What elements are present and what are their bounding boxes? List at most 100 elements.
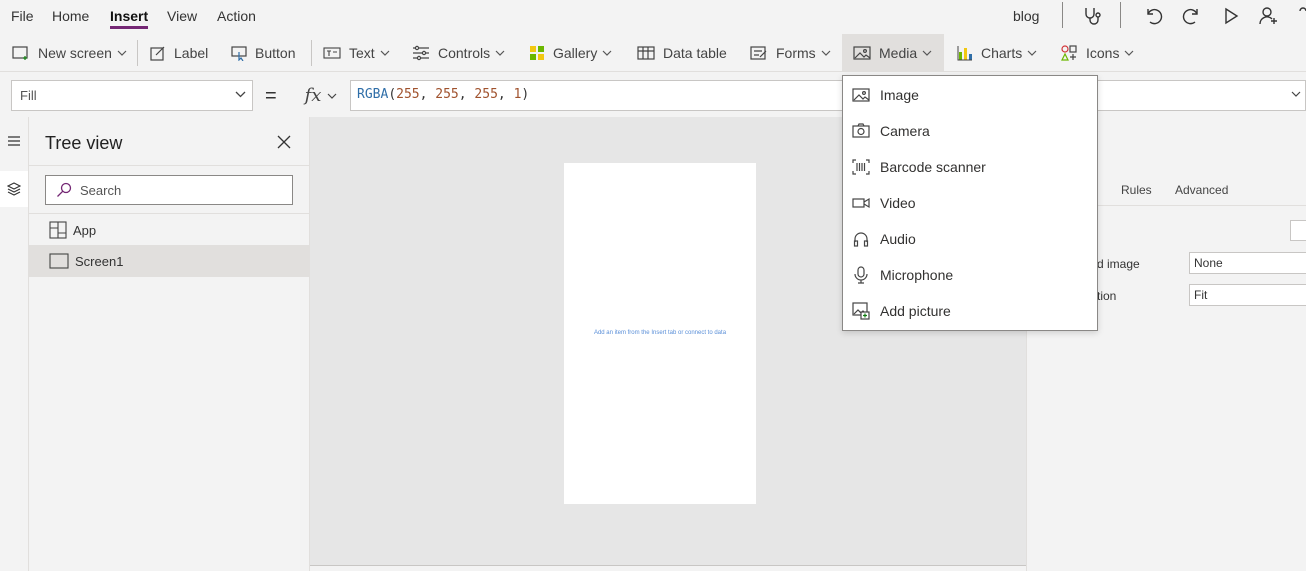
add-picture-icon: [852, 302, 870, 320]
background-image-select[interactable]: None: [1189, 252, 1306, 274]
tree-item-app[interactable]: App: [29, 214, 310, 246]
fx-button[interactable]: fx: [292, 80, 350, 111]
property-select[interactable]: Fill: [11, 80, 253, 111]
app-screen-preview[interactable]: Add an item from the Insert tab or conne…: [564, 163, 756, 504]
tree-item-label: Screen1: [75, 253, 124, 269]
menu-item-label: Audio: [880, 231, 916, 247]
media-image-icon: [853, 46, 871, 60]
top-menu-bar: File Home Insert View Action blog: [0, 0, 1306, 34]
hamburger-menu-icon[interactable]: [0, 123, 28, 159]
new-screen-label: New screen: [38, 45, 112, 61]
image-position-value: Fit: [1194, 288, 1208, 302]
chevron-down-icon: [117, 50, 127, 56]
menu-file[interactable]: File: [11, 8, 34, 24]
tree-item-screen1[interactable]: Screen1: [29, 245, 310, 277]
search-icon: [57, 182, 72, 197]
play-icon[interactable]: [1219, 4, 1243, 28]
forms-icon: [750, 46, 767, 60]
menu-item-video[interactable]: Video: [843, 185, 1097, 221]
screen-icon: [49, 253, 69, 269]
menu-item-barcode-scanner[interactable]: Barcode scanner: [843, 149, 1097, 185]
chevron-down-icon: [1027, 50, 1037, 56]
menu-item-microphone[interactable]: Microphone: [843, 257, 1097, 293]
text-label: Text: [349, 45, 375, 61]
button-button[interactable]: Button: [231, 34, 295, 72]
menu-item-camera[interactable]: Camera: [843, 113, 1097, 149]
image-position-select[interactable]: Fit: [1189, 284, 1306, 306]
tab-advanced[interactable]: Advanced: [1175, 183, 1228, 197]
menu-item-add-picture[interactable]: Add picture: [843, 293, 1097, 329]
formula-sep: ,: [419, 87, 436, 102]
formula-arg: 255: [435, 87, 459, 102]
tree-search-input[interactable]: Search: [45, 175, 293, 205]
controls-sliders-icon: [413, 45, 429, 61]
charts-icon: [957, 46, 972, 61]
forms-label: Forms: [776, 45, 816, 61]
menu-item-label: Microphone: [880, 267, 954, 283]
close-icon[interactable]: [275, 133, 293, 151]
layers-icon[interactable]: [0, 171, 28, 207]
formula-paren-close: ): [521, 87, 530, 102]
formula-arg: 255: [396, 87, 420, 102]
media-dropdown[interactable]: Media: [842, 34, 944, 72]
text-input-icon: [323, 47, 341, 59]
gallery-dropdown[interactable]: Gallery: [529, 34, 620, 72]
new-screen-button[interactable]: New screen: [12, 34, 135, 72]
menu-item-label: Image: [880, 87, 919, 103]
formula-arg: 255: [474, 87, 498, 102]
menu-item-label: Barcode scanner: [880, 159, 986, 175]
chevron-down-icon: [821, 50, 831, 56]
tab-rules[interactable]: Rules: [1121, 183, 1152, 197]
help-icon[interactable]: [1294, 4, 1306, 28]
new-screen-icon: [12, 46, 28, 60]
data-table-button[interactable]: Data table: [637, 34, 727, 72]
controls-label: Controls: [438, 45, 491, 61]
fx-label: fx: [304, 85, 322, 106]
data-table-label: Data table: [663, 45, 727, 61]
chevron-down-icon: [602, 50, 612, 56]
formula-input[interactable]: RGBA(255, 255, 255, 1): [350, 80, 1306, 111]
app-name: blog: [1013, 8, 1040, 24]
controls-dropdown[interactable]: Controls: [412, 34, 513, 72]
gallery-icon: [530, 46, 544, 60]
chevron-down-icon: [235, 91, 246, 98]
charts-label: Charts: [981, 45, 1023, 61]
menu-item-label: Camera: [880, 123, 930, 139]
label-button[interactable]: Label: [150, 34, 208, 72]
chevron-down-icon: [922, 50, 932, 56]
undo-icon[interactable]: [1141, 4, 1165, 28]
menu-view[interactable]: View: [167, 8, 197, 24]
charts-dropdown[interactable]: Charts: [957, 34, 1045, 72]
video-icon: [852, 194, 870, 212]
canvas-hint: Add an item from the Insert tab or conne…: [593, 330, 727, 336]
app-checker-icon[interactable]: [1080, 4, 1104, 28]
fill-color-swatch[interactable]: [1290, 220, 1306, 241]
data-table-icon: [637, 46, 655, 60]
text-dropdown[interactable]: Text: [323, 34, 398, 72]
button-pointer-icon: [231, 46, 247, 61]
chevron-down-icon[interactable]: [1291, 91, 1301, 97]
share-user-icon[interactable]: [1257, 4, 1281, 28]
toolbar-divider: [1062, 2, 1063, 28]
menu-home[interactable]: Home: [52, 8, 89, 24]
formula-bar: Fill = fx RGBA(255, 255, 255, 1): [0, 73, 1306, 117]
media-label: Media: [879, 45, 918, 61]
menu-item-audio[interactable]: Audio: [843, 221, 1097, 257]
ribbon-divider: [311, 40, 312, 66]
search-placeholder: Search: [80, 182, 122, 198]
menu-item-image[interactable]: Image: [843, 77, 1097, 113]
formula-paren-open: (: [388, 87, 397, 102]
media-dropdown-menu: Image Camera Barcode scanner Video Audio…: [842, 75, 1098, 331]
background-image-value: None: [1194, 256, 1223, 270]
formula-function: RGBA: [357, 87, 389, 102]
label-label: Label: [174, 45, 209, 61]
menu-insert[interactable]: Insert: [110, 8, 149, 29]
ribbon-divider: [137, 40, 138, 66]
redo-icon[interactable]: [1180, 4, 1204, 28]
forms-dropdown[interactable]: Forms: [750, 34, 839, 72]
icons-label: Icons: [1086, 45, 1120, 61]
tree-view-title: Tree view: [45, 133, 123, 153]
camera-icon: [852, 122, 870, 140]
icons-dropdown[interactable]: Icons: [1060, 34, 1142, 72]
menu-action[interactable]: Action: [217, 8, 256, 24]
